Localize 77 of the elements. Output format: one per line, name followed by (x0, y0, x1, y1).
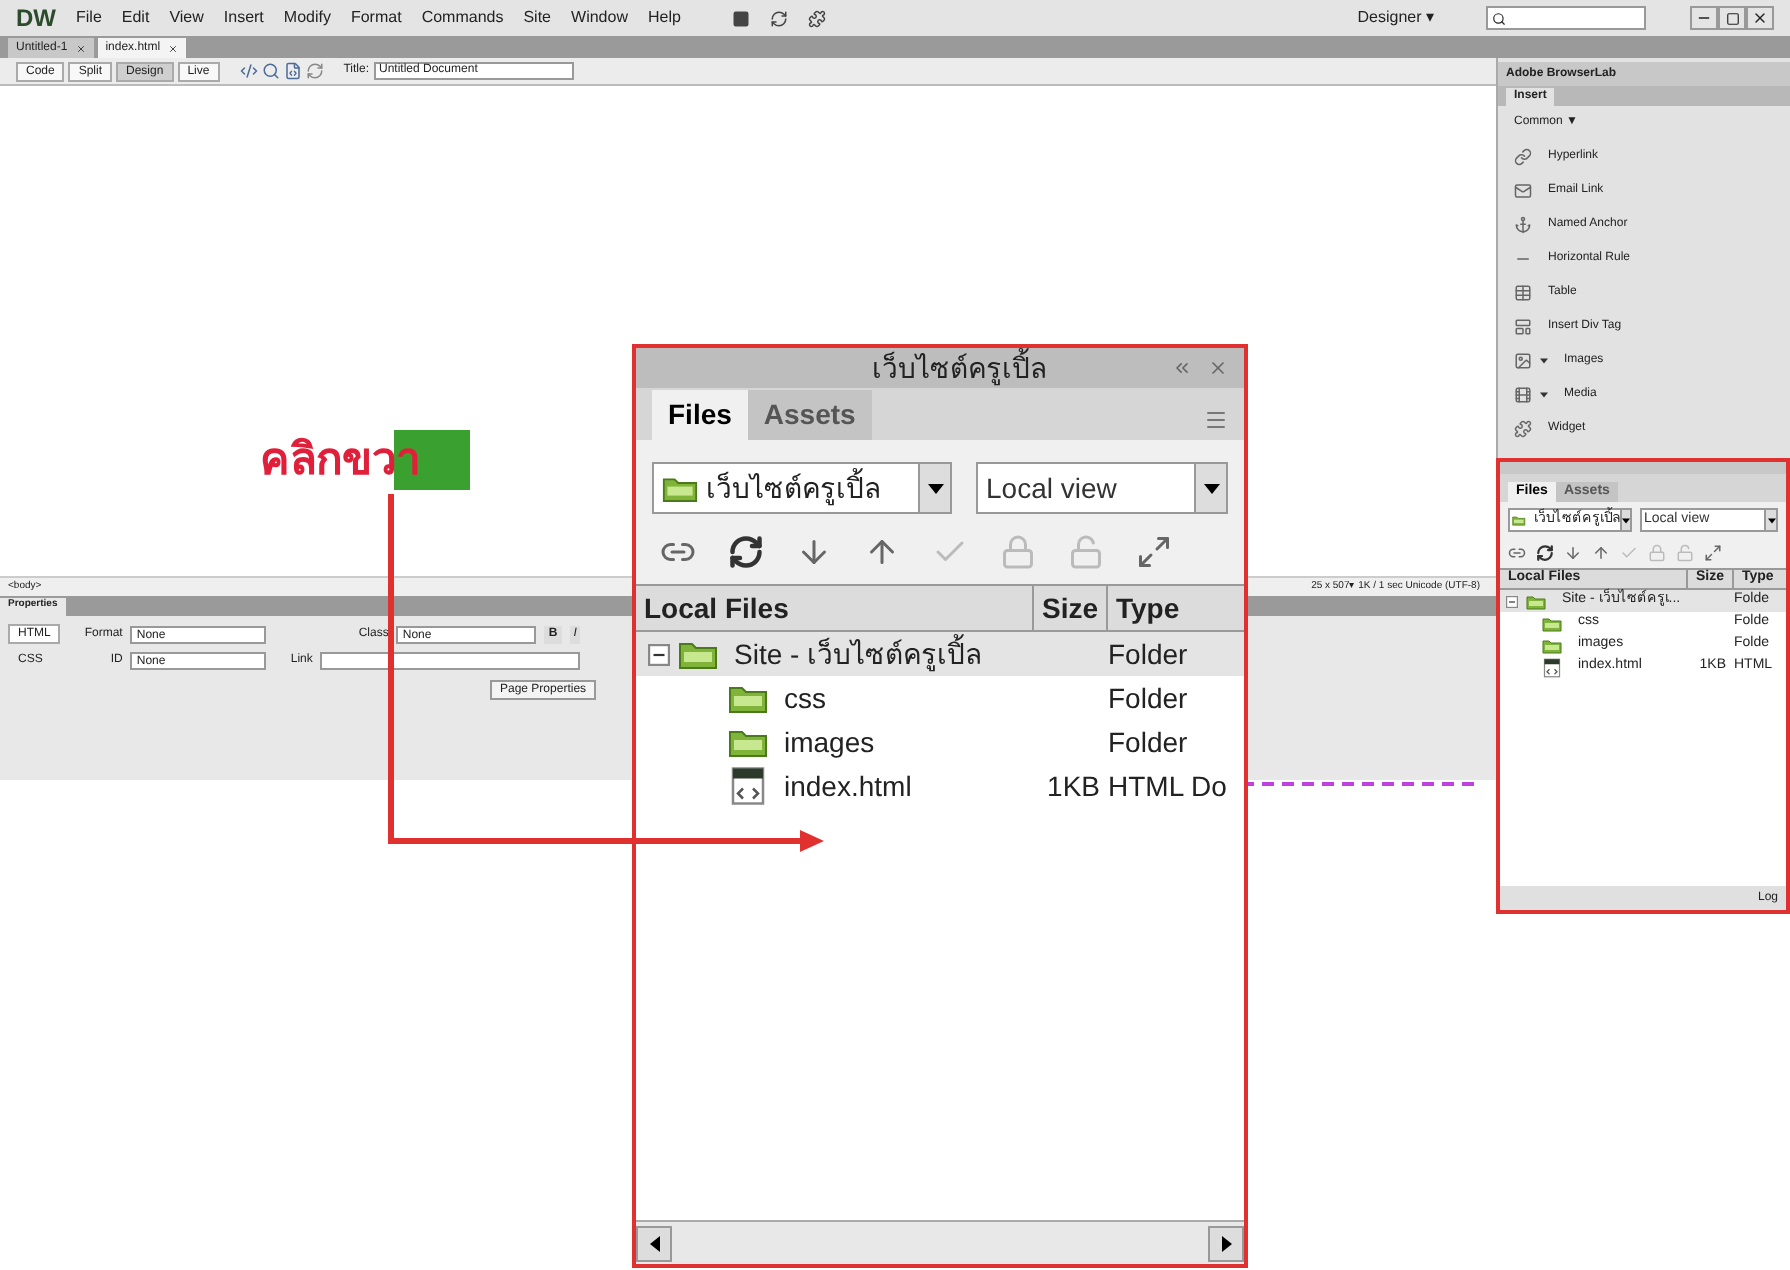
expand-panel-icon[interactable] (1136, 534, 1172, 570)
file-type: HTML Do (1108, 767, 1229, 805)
site-select[interactable]: เว็บไซต์ครูเปิ้ล (652, 462, 952, 514)
column-header[interactable]: Local Files (636, 586, 1034, 630)
extension-icon[interactable] (808, 9, 827, 27)
folder-icon (678, 638, 718, 670)
check-out-icon[interactable] (1620, 544, 1638, 562)
mail-icon (1514, 182, 1532, 200)
menu-item[interactable]: Commands (421, 6, 504, 30)
file-icon[interactable] (283, 62, 302, 80)
panel-tab[interactable]: Files (652, 390, 748, 440)
column-header[interactable]: Type (1108, 586, 1244, 630)
file-name[interactable]: css (784, 677, 826, 719)
check-in-icon[interactable] (1648, 544, 1666, 562)
check-in-icon[interactable] (1000, 534, 1036, 570)
right-arrow-icon (1221, 1235, 1231, 1251)
folder-icon (662, 473, 698, 503)
sync-icon[interactable] (770, 9, 789, 27)
search-icon (1492, 11, 1506, 25)
workspace-switcher[interactable]: Designer ▾ (1357, 6, 1434, 30)
div-icon (1514, 318, 1532, 336)
collapse-icon[interactable] (648, 643, 670, 665)
column-header[interactable]: Size (1033, 586, 1108, 630)
get-files-icon[interactable] (796, 534, 832, 570)
link-icon (1514, 148, 1532, 166)
restore-icon (1725, 11, 1739, 25)
menu-item[interactable]: Site (523, 6, 552, 30)
put-files-icon[interactable] (1592, 544, 1610, 562)
expand-panel-icon[interactable] (1704, 544, 1722, 562)
close-button[interactable] (1746, 6, 1774, 30)
scroll-right-button[interactable] (1208, 1225, 1244, 1261)
menu-item[interactable]: Edit (121, 6, 150, 30)
inspect-icon[interactable] (261, 62, 280, 80)
search-field[interactable] (1486, 6, 1646, 30)
table-icon (1514, 284, 1532, 302)
panel-title: เว็บไซต์ครูเปิ้ล (872, 347, 1048, 389)
file-type: Folder (1108, 635, 1190, 673)
app-logo: DW (16, 2, 56, 36)
puzzle-icon (1514, 420, 1532, 438)
menu-item[interactable]: Insert (223, 6, 264, 30)
folder-icon (1526, 593, 1546, 609)
file-name[interactable]: index.html (784, 765, 912, 807)
refresh-icon[interactable] (1536, 544, 1554, 562)
folder-icon (1542, 615, 1562, 631)
scroll-left-button[interactable] (636, 1225, 672, 1261)
code-icon[interactable] (239, 62, 258, 80)
file-name[interactable]: images (784, 721, 875, 763)
put-files-icon[interactable] (864, 534, 900, 570)
menu-item[interactable]: Window (571, 6, 628, 30)
refresh-icon[interactable] (728, 534, 764, 570)
file-size: 1KB (1047, 767, 1100, 805)
restore-button[interactable] (1718, 6, 1746, 30)
file-name[interactable]: Site - เว็บไซต์ครูเปิ้ล (734, 633, 984, 675)
view-select[interactable]: Local view (976, 462, 1228, 514)
menu-item[interactable]: View (169, 6, 204, 30)
image-icon (1514, 352, 1532, 370)
connect-icon[interactable] (1508, 544, 1526, 562)
link-field[interactable] (320, 651, 581, 669)
menu-item[interactable]: File (76, 6, 102, 30)
panel-tab[interactable]: Assets (747, 390, 872, 440)
file-type: Folder (1108, 723, 1190, 761)
menu-item[interactable]: Help (647, 6, 681, 30)
left-arrow-icon (649, 1235, 659, 1251)
film-icon (1514, 386, 1532, 404)
folder-icon (728, 726, 768, 758)
file-type: Folder (1108, 679, 1190, 717)
folder-icon (1512, 513, 1526, 527)
layout-icon[interactable] (732, 9, 751, 27)
folder-icon (1542, 637, 1562, 653)
menu-item[interactable]: Format (350, 6, 402, 30)
folder-icon (728, 682, 768, 714)
anchor-icon (1514, 216, 1532, 234)
panel-menu-icon[interactable] (1204, 408, 1228, 432)
get-files-icon[interactable] (1564, 544, 1582, 562)
menu-item[interactable]: Modify (283, 6, 331, 30)
close-icon (1752, 10, 1768, 26)
minimize-button[interactable] (1690, 6, 1718, 30)
